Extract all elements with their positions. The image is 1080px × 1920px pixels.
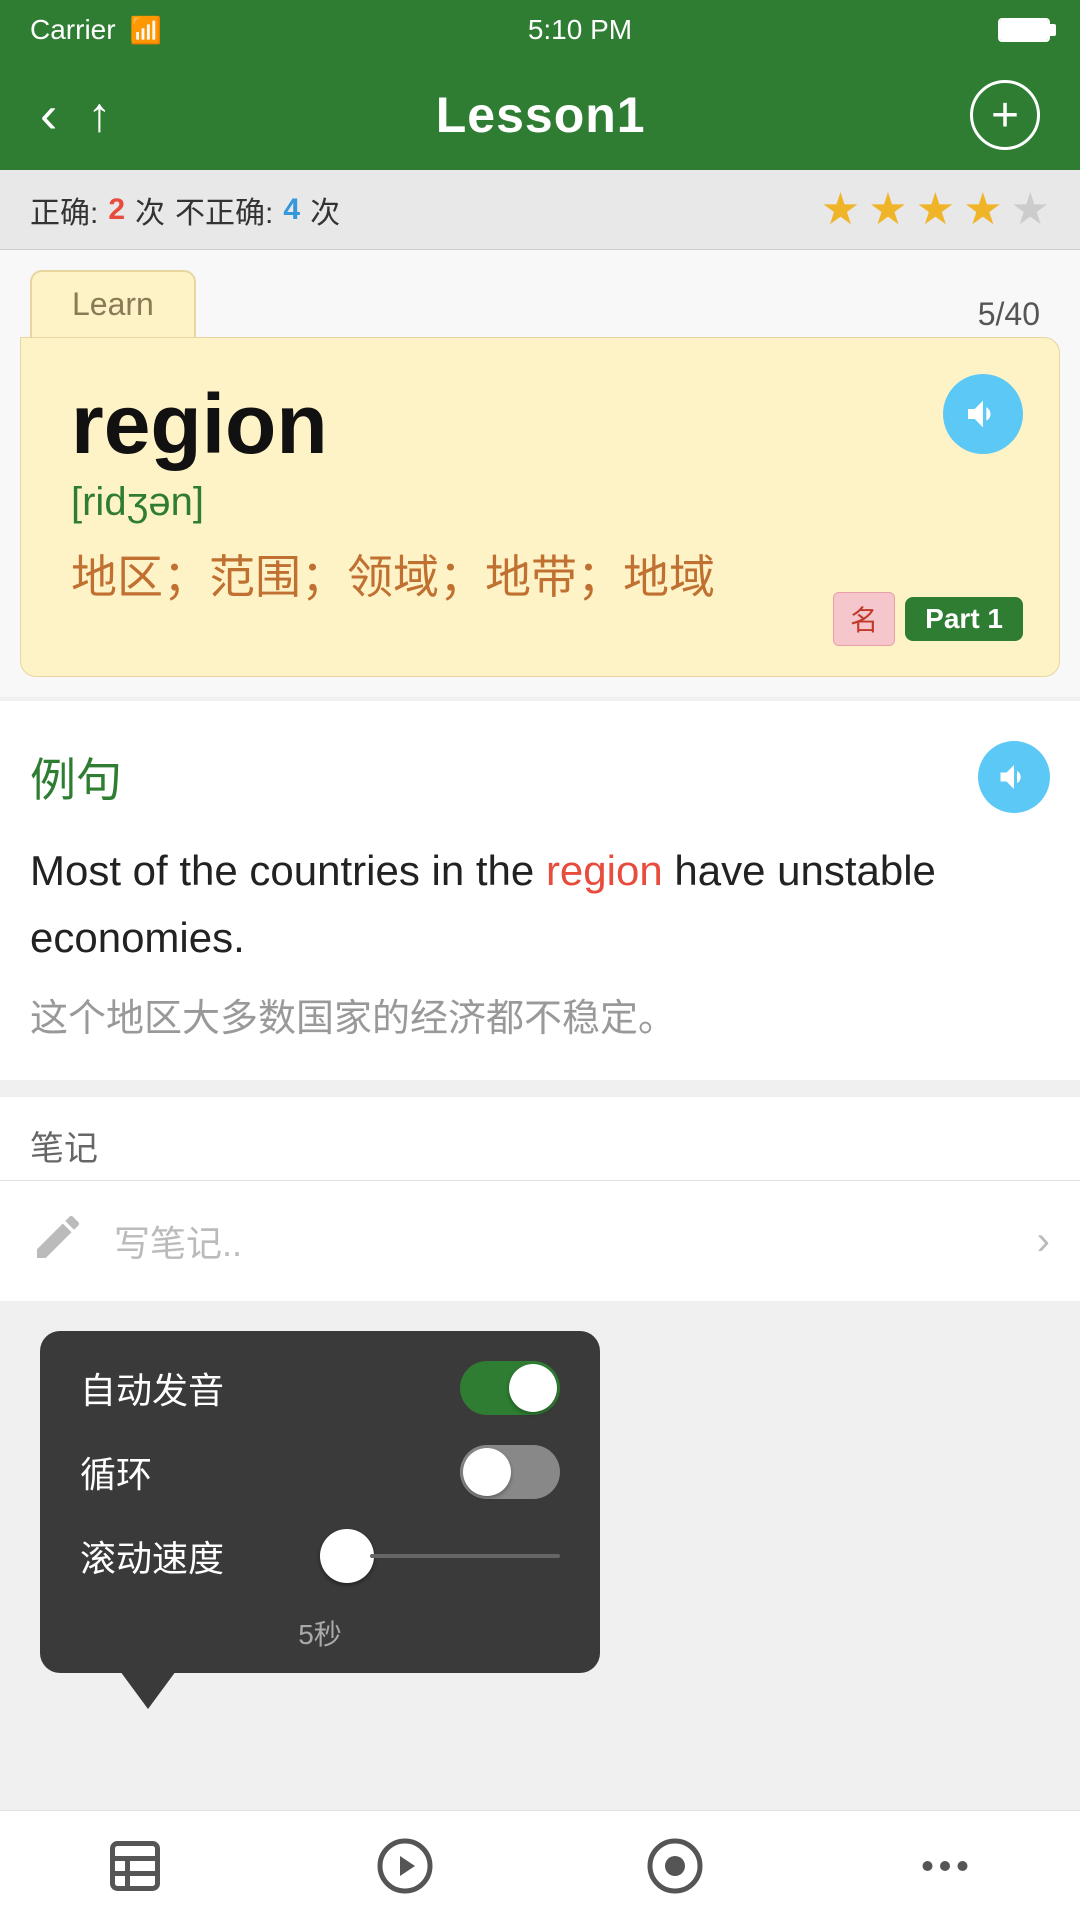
back-button[interactable]: ‹ — [40, 89, 57, 141]
autoplay-toggle-knob — [509, 1364, 557, 1412]
sentence-highlight: region — [546, 847, 663, 894]
notes-input-row[interactable]: 写笔记.. › — [30, 1181, 1050, 1301]
stats-left: 正确: 2 次 不正确: 4 次 — [30, 188, 340, 232]
vocab-audio-button[interactable] — [943, 374, 1023, 454]
stats-bar: 正确: 2 次 不正确: 4 次 ★ ★ ★ ★ ★ — [0, 170, 1080, 250]
speaker-icon-example — [996, 759, 1032, 795]
speaker-icon — [963, 394, 1003, 434]
list-icon — [105, 1836, 165, 1896]
correct-label: 正确: — [30, 188, 98, 232]
speed-value: 5秒 — [80, 1613, 560, 1653]
star-4[interactable]: ★ — [963, 184, 1002, 235]
status-bar: Carrier 📶 5:10 PM — [0, 0, 1080, 60]
add-button[interactable]: + — [970, 80, 1040, 150]
example-section: 例句 Most of the countries in the region h… — [0, 701, 1080, 1080]
tag-part: Part 1 — [905, 597, 1023, 641]
example-translation: 这个地区大多数国家的经济都不稳定。 — [30, 989, 1050, 1050]
record-icon — [645, 1836, 705, 1896]
sentence-part-1: Most of the countries in the — [30, 847, 546, 894]
bottom-toolbar — [0, 1810, 1080, 1920]
correct-unit: 次 — [135, 188, 165, 232]
vocab-card: region [ridʒən] 地区；范围；领域；地带；地域 名 Part 1 — [20, 337, 1060, 677]
star-3[interactable]: ★ — [916, 184, 955, 235]
autoplay-label: 自动发音 — [80, 1362, 224, 1414]
nav-left: ‹ ↑ — [40, 88, 111, 143]
example-audio-button[interactable] — [978, 741, 1050, 813]
learn-tab[interactable]: Learn — [30, 270, 196, 337]
more-icon — [915, 1836, 975, 1896]
notes-section: 笔记 写笔记.. › — [0, 1096, 1080, 1301]
up-button[interactable]: ↑ — [87, 88, 111, 143]
notes-edit-icon — [30, 1209, 94, 1273]
settings-popup: 自动发音 循环 滚动速度 5秒 — [40, 1331, 600, 1673]
star-5[interactable]: ★ — [1011, 184, 1050, 235]
example-sentence: Most of the countries in the region have… — [30, 837, 1050, 971]
page-title: Lesson1 — [436, 86, 646, 144]
wifi-icon: 📶 — [130, 15, 162, 46]
wrong-unit: 次 — [310, 188, 340, 232]
notes-label: 笔记 — [30, 1121, 1050, 1170]
play-button[interactable] — [365, 1826, 445, 1906]
correct-count: 2 — [108, 193, 125, 227]
card-progress: 5/40 — [978, 296, 1050, 337]
wrong-label: 不正确: — [175, 188, 273, 232]
card-area: Learn 5/40 region [ridʒən] 地区；范围；领域；地带；地… — [0, 250, 1080, 697]
slider-track — [370, 1554, 560, 1558]
example-title: 例句 — [30, 744, 122, 810]
notes-placeholder[interactable]: 写笔记.. — [114, 1215, 1017, 1267]
carrier-label: Carrier — [30, 14, 116, 46]
more-button[interactable] — [905, 1826, 985, 1906]
settings-row-loop: 循环 — [80, 1445, 560, 1499]
status-left: Carrier 📶 — [30, 14, 162, 46]
example-header: 例句 — [30, 741, 1050, 813]
star-2[interactable]: ★ — [868, 184, 907, 235]
battery-icon — [998, 18, 1050, 42]
play-icon — [375, 1836, 435, 1896]
vocab-tags: 名 Part 1 — [833, 592, 1023, 646]
vocab-word: region — [71, 378, 1009, 470]
wrong-count: 4 — [283, 193, 300, 227]
settings-popup-container: 自动发音 循环 滚动速度 5秒 — [0, 1301, 1080, 1673]
time-label: 5:10 PM — [528, 14, 632, 46]
record-button[interactable] — [635, 1826, 715, 1906]
speed-slider[interactable] — [320, 1529, 560, 1583]
learn-tab-wrapper: Learn 5/40 — [20, 250, 1060, 337]
nav-bar: ‹ ↑ Lesson1 + — [0, 60, 1080, 170]
star-1[interactable]: ★ — [821, 184, 860, 235]
loop-toggle-knob — [463, 1448, 511, 1496]
settings-row-autoplay: 自动发音 — [80, 1361, 560, 1415]
vocab-pronunciation: [ridʒən] — [71, 480, 1009, 525]
autoplay-toggle[interactable] — [460, 1361, 560, 1415]
loop-label: 循环 — [80, 1446, 152, 1498]
tag-noun: 名 — [833, 592, 895, 646]
notes-chevron-icon: › — [1037, 1219, 1050, 1264]
slider-knob[interactable] — [320, 1529, 374, 1583]
speed-label: 滚动速度 — [80, 1530, 224, 1582]
loop-toggle[interactable] — [460, 1445, 560, 1499]
settings-row-speed: 滚动速度 — [80, 1529, 560, 1583]
list-button[interactable] — [95, 1826, 175, 1906]
rating-stars[interactable]: ★ ★ ★ ★ ★ — [821, 184, 1050, 235]
